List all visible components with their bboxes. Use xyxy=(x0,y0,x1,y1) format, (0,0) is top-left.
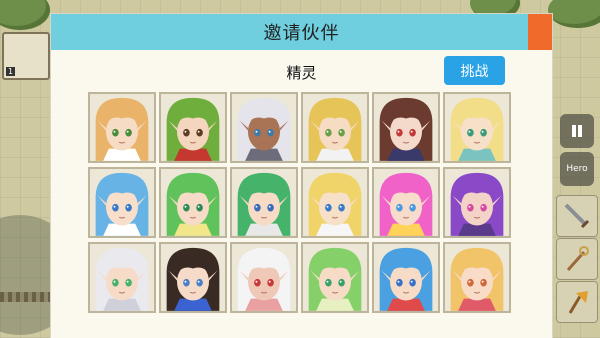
character-portrait[interactable] xyxy=(88,92,156,163)
dialog-header: 邀请伙伴 xyxy=(51,14,552,50)
character-portrait[interactable] xyxy=(372,167,440,238)
portrait-art xyxy=(303,94,367,161)
portrait-art xyxy=(445,244,509,311)
character-portrait[interactable] xyxy=(301,242,369,313)
portrait-art xyxy=(161,94,225,161)
portrait-art xyxy=(161,169,225,236)
portrait-art xyxy=(445,169,509,236)
hero-label: Hero xyxy=(566,164,588,174)
character-portrait[interactable] xyxy=(372,92,440,163)
character-portrait[interactable] xyxy=(301,167,369,238)
character-portrait[interactable] xyxy=(230,167,298,238)
dialog-title: 邀请伙伴 xyxy=(263,23,340,44)
portrait-art xyxy=(374,169,438,236)
portrait-art xyxy=(445,94,509,161)
close-tab[interactable] xyxy=(528,14,552,50)
portrait-art xyxy=(374,244,438,311)
character-portrait[interactable] xyxy=(443,167,511,238)
staff-icon xyxy=(566,246,589,271)
staff-slot[interactable] xyxy=(556,238,598,280)
portrait-art xyxy=(161,244,225,311)
player-portrait[interactable]: 1 xyxy=(2,32,50,80)
pause-button[interactable] xyxy=(560,114,594,148)
character-portrait[interactable] xyxy=(159,92,227,163)
portrait-art xyxy=(374,94,438,161)
character-portrait[interactable] xyxy=(301,92,369,163)
sword-icon xyxy=(564,203,590,229)
portrait-art xyxy=(303,244,367,311)
character-portrait[interactable] xyxy=(443,92,511,163)
hero-button[interactable]: Hero xyxy=(560,152,594,186)
character-portrait[interactable] xyxy=(443,242,511,313)
challenge-button[interactable]: 挑战 xyxy=(444,56,505,85)
axe-slot[interactable] xyxy=(556,281,598,323)
sword-slot[interactable] xyxy=(556,195,598,237)
character-portrait[interactable] xyxy=(159,167,227,238)
portrait-art xyxy=(232,169,296,236)
portrait-art xyxy=(232,94,296,161)
axe-icon xyxy=(568,291,588,314)
portrait-art xyxy=(90,244,154,311)
character-portrait[interactable] xyxy=(230,242,298,313)
portrait-art xyxy=(90,169,154,236)
portrait-art xyxy=(303,169,367,236)
portrait-art xyxy=(232,244,296,311)
invite-partner-dialog: 邀请伙伴 精灵 挑战 xyxy=(51,14,552,338)
pause-icon xyxy=(572,125,582,137)
character-portrait[interactable] xyxy=(159,242,227,313)
character-portrait[interactable] xyxy=(88,242,156,313)
character-grid xyxy=(88,92,515,313)
character-portrait[interactable] xyxy=(88,167,156,238)
level-badge: 1 xyxy=(6,67,16,76)
character-portrait[interactable] xyxy=(372,242,440,313)
character-portrait[interactable] xyxy=(230,92,298,163)
portrait-art xyxy=(90,94,154,161)
